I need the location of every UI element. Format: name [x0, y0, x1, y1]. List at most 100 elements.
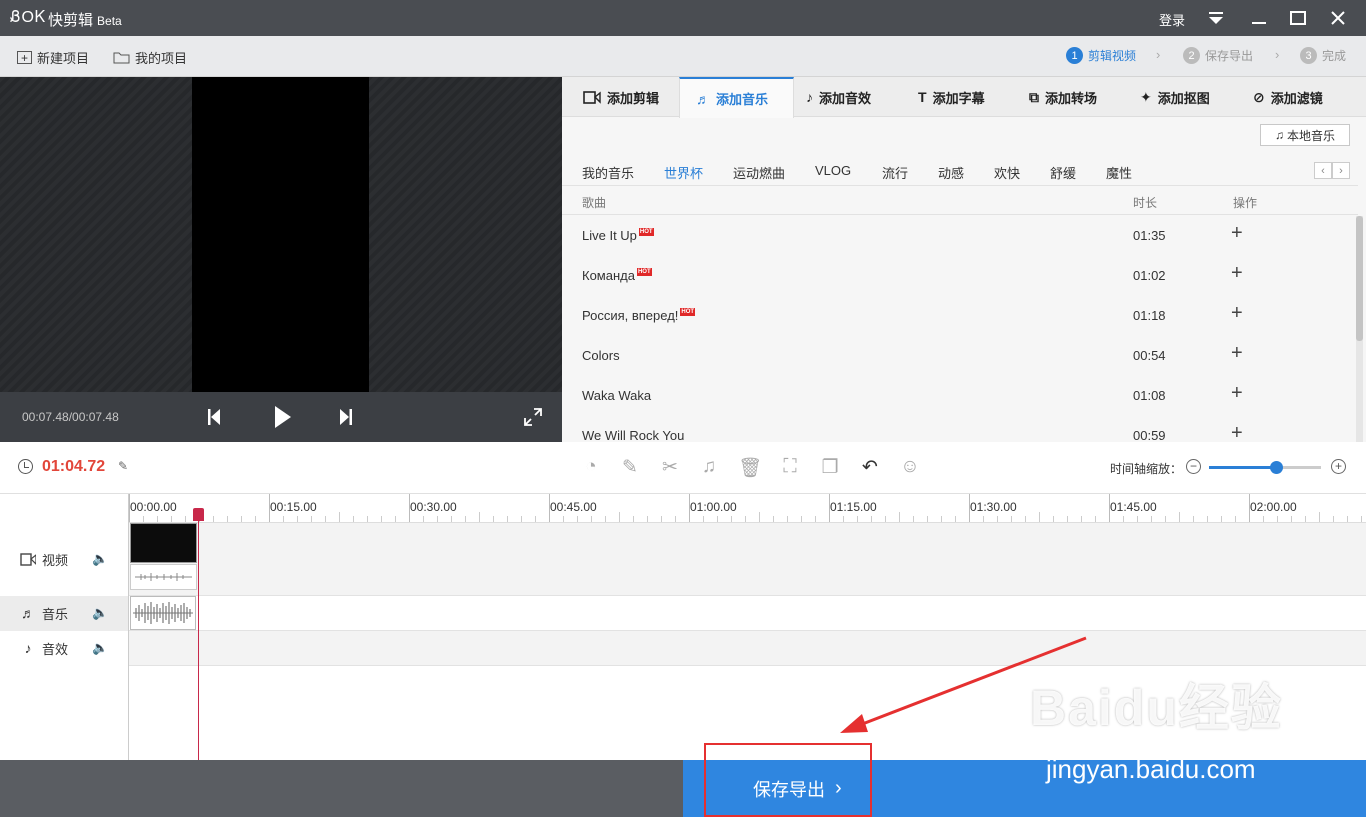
ruler-minor-tick	[423, 516, 424, 522]
ruler-minor-tick	[353, 516, 354, 522]
trash-icon[interactable]: 🗑	[738, 456, 762, 480]
undo-icon[interactable]: ↶	[858, 456, 882, 479]
tab-add-subtitle[interactable]: T 添加字幕	[918, 77, 985, 117]
volume-icon[interactable]: 🔈	[92, 551, 108, 567]
ruler-minor-tick	[1039, 512, 1040, 522]
watermark-logo: Baidu经验	[1030, 680, 1283, 736]
scissors-icon[interactable]: ✂	[658, 456, 682, 479]
chevron-left-icon[interactable]: ‹	[1314, 162, 1332, 179]
sticker-icon[interactable]: ☺	[898, 456, 922, 478]
zoom-slider-knob[interactable]	[1270, 461, 1284, 474]
edit-icon[interactable]: ✎	[618, 456, 642, 479]
music-track[interactable]	[129, 596, 1366, 631]
add-icon[interactable]: +	[1231, 222, 1243, 245]
track-label-video[interactable]: 视频 🔈	[0, 544, 129, 574]
category-vlog[interactable]: VLOG	[815, 163, 851, 178]
tab-add-sound-effect[interactable]: ♪ 添加音效	[806, 77, 871, 117]
ruler-minor-tick	[465, 516, 466, 522]
music-clip[interactable]	[130, 596, 196, 630]
ruler-minor-tick	[451, 516, 452, 522]
ruler-minor-tick	[941, 516, 942, 522]
playhead-handle[interactable]	[193, 508, 204, 521]
fullscreen-icon[interactable]	[524, 408, 542, 426]
ruler-minor-tick	[703, 516, 704, 522]
song-duration: 00:59	[1133, 428, 1166, 442]
song-row[interactable]: Waka Waka 01:08 +	[562, 376, 1358, 416]
maximize-icon[interactable]	[1285, 6, 1311, 30]
tab-add-transition[interactable]: ⧉ 添加转场	[1029, 77, 1097, 117]
song-name: Россия, вперед! HOT	[582, 308, 696, 323]
copy-icon[interactable]: ❐	[818, 456, 842, 479]
speed-icon[interactable]: ◔	[579, 456, 603, 478]
video-track[interactable]	[129, 523, 1366, 596]
song-row[interactable]: We Will Rock You 00:59 +	[562, 416, 1358, 442]
next-icon[interactable]	[339, 408, 353, 426]
song-row[interactable]: Россия, вперед! HOT 01:18 +	[562, 296, 1358, 336]
add-icon[interactable]: +	[1231, 422, 1243, 442]
song-row[interactable]: Colors 00:54 +	[562, 336, 1358, 376]
chevron-right-icon: ›	[1275, 47, 1280, 62]
track-label-sound-effect[interactable]: ♪ 音效 🔈	[0, 633, 129, 663]
login-button[interactable]: 登录	[1159, 10, 1185, 29]
add-icon[interactable]: +	[1231, 302, 1243, 325]
track-label-music[interactable]: ♬ 音乐 🔈	[0, 598, 129, 628]
song-name: Live It Up HOT	[582, 228, 654, 243]
category-my-music[interactable]: 我的音乐	[582, 163, 634, 182]
my-projects-button[interactable]: 我的项目	[113, 48, 187, 67]
song-row[interactable]: Команда HOT 01:02 +	[562, 256, 1358, 296]
menu-icon[interactable]	[1203, 6, 1229, 30]
add-icon[interactable]: +	[1231, 382, 1243, 405]
category-quirky[interactable]: 魔性	[1106, 163, 1132, 182]
video-clip[interactable]	[130, 523, 197, 563]
ruler-minor-tick	[717, 516, 718, 522]
ruler-minor-tick	[367, 516, 368, 522]
category-dynamic[interactable]: 动感	[938, 163, 964, 182]
minimize-icon[interactable]	[1246, 6, 1272, 30]
category-cheerful[interactable]: 欢快	[994, 163, 1020, 182]
zoom-out-icon[interactable]: −	[1186, 459, 1201, 474]
tab-add-cutout[interactable]: ✦ 添加抠图	[1140, 77, 1210, 117]
ruler-minor-tick	[913, 516, 914, 522]
ruler-minor-tick	[1025, 516, 1026, 522]
bell-icon[interactable]: ♫	[697, 456, 721, 478]
sound-effect-track[interactable]	[129, 631, 1366, 666]
ruler-minor-tick	[857, 516, 858, 522]
step-label: 保存导出	[1205, 49, 1254, 63]
ruler-minor-tick	[521, 516, 522, 522]
zoom-slider-fill	[1209, 466, 1277, 469]
music-note-icon: ♬	[696, 90, 710, 107]
add-icon[interactable]: +	[1231, 262, 1243, 285]
app-logo: ᏰOᏦ	[10, 9, 47, 26]
song-list-header: 歌曲 时长 操作	[562, 185, 1358, 215]
ruler-minor-tick	[815, 516, 816, 522]
category-soothing[interactable]: 舒缓	[1050, 163, 1076, 182]
close-icon[interactable]	[1325, 6, 1351, 30]
category-pop[interactable]: 流行	[882, 163, 908, 182]
play-icon[interactable]	[273, 405, 293, 429]
ruler-minor-tick	[675, 516, 676, 522]
song-name: Colors	[582, 348, 620, 363]
volume-icon[interactable]: 🔈	[92, 605, 108, 621]
chevron-right-icon[interactable]: ›	[1332, 162, 1350, 179]
add-icon[interactable]: +	[1231, 342, 1243, 365]
scrollbar-thumb[interactable]	[1356, 216, 1363, 341]
zoom-in-icon[interactable]: +	[1331, 459, 1346, 474]
tab-label: 添加抠图	[1157, 90, 1210, 106]
local-music-button[interactable]: ♫ 本地音乐	[1260, 124, 1350, 146]
tab-add-music[interactable]: ♬ 添加音乐	[679, 77, 794, 118]
previous-icon[interactable]	[207, 408, 221, 426]
tab-add-filter[interactable]: ⊘ 添加滤镜	[1253, 77, 1323, 117]
hot-badge: HOT	[636, 268, 652, 276]
category-world-cup[interactable]: 世界杯	[664, 163, 703, 182]
time-ruler[interactable]: 00:00.00 00:15.00 00:30.00 00:45.00 01:00.00…	[129, 494, 1366, 523]
category-sports[interactable]: 运动燃曲	[733, 163, 785, 182]
new-project-button[interactable]: + 新建项目	[17, 48, 89, 67]
tab-add-clip[interactable]: 添加剪辑	[583, 77, 659, 117]
volume-icon[interactable]: 🔈	[92, 640, 108, 656]
ruler-minor-tick	[773, 516, 774, 522]
video-audio-waveform	[130, 564, 197, 590]
pencil-icon[interactable]: ✎	[118, 459, 128, 473]
crop-icon[interactable]: ⛶	[778, 456, 802, 478]
song-row[interactable]: Live It Up HOT 01:35 +	[562, 216, 1358, 256]
ruler-minor-tick	[605, 516, 606, 522]
